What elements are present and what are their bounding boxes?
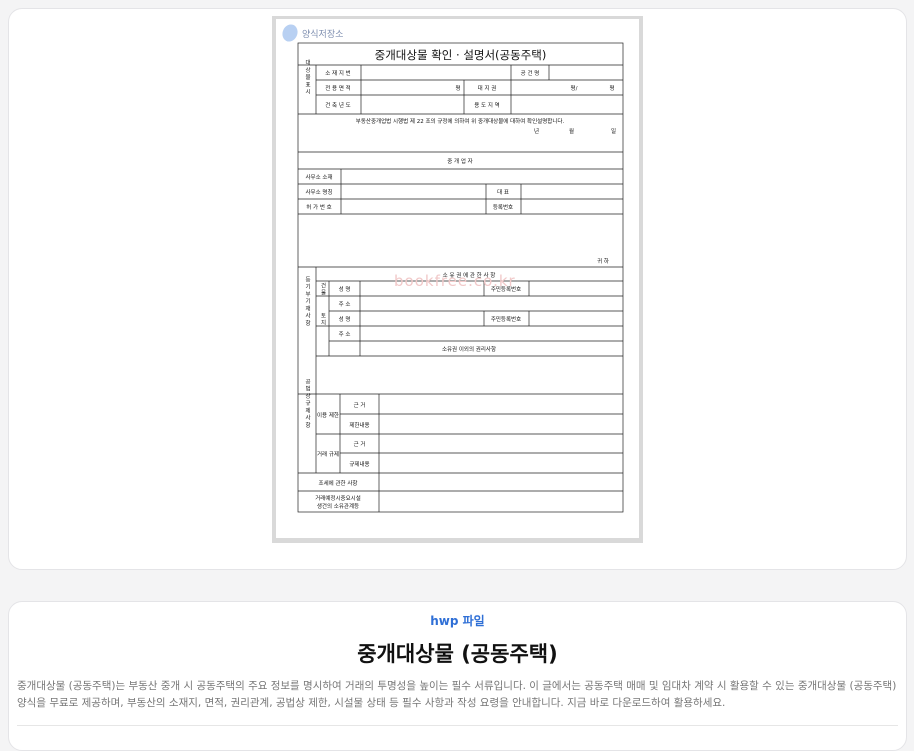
label-building-name: 공 건 명 [521,70,540,77]
label-regulation-content: 규제내용 [349,460,369,468]
label-address-1: 주 소 [339,301,351,308]
document-page: 양식저장소 중개대상물 확인 · 설명서(공동주택) 대 상 물 표 시 소 재… [276,19,639,538]
label-office-address: 사무소 소재 [305,173,332,181]
label-resident-no-2: 주민등록번호 [491,315,521,323]
label-other-conditions-2: 생건의 소유관계등 [317,502,359,510]
file-type-tag[interactable]: hwp 파일 [9,612,906,629]
watermark: bookfree.co.kr [394,272,516,290]
label-owner-name-2: 성 명 [339,315,351,323]
label-restriction-content: 제한내용 [349,421,369,429]
unit-pyeong-slash: 평/ [571,85,578,92]
label-zone: 용 도 지 역 [474,101,500,109]
label-built-year: 건 축 년 도 [325,101,351,109]
label-location: 소 재 지 번 [325,69,351,77]
label-basis-1: 근 거 [354,401,366,409]
document-preview-card: 양식저장소 중개대상물 확인 · 설명서(공동주택) 대 상 물 표 시 소 재… [8,8,907,570]
sub-trade-restriction: 거래 규제 [317,450,339,458]
label-land-rights: 대 지 권 [478,84,497,92]
document-preview-frame: 양식저장소 중개대상물 확인 · 설명서(공동주택) 대 상 물 표 시 소 재… [272,16,643,543]
label-license-no: 허 가 번 호 [306,203,332,211]
law-statement: 부동산중개업법 시행법 제 22 조의 규정에 의하여 위 중개대상물에 대하여… [356,117,565,125]
divider [17,725,898,726]
unit-pyeong-1: 평 [455,85,460,92]
sub-use-restriction: 이용 제한 [317,411,339,419]
label-reg-no: 등록번호 [493,203,513,211]
group-property-label: 대 상 물 표 시 [304,59,311,95]
unit-pyeong-2: 평 [609,85,614,92]
sub-building: 건 물 [320,282,327,295]
label-tax: 조세에 관한 사항 [319,479,358,487]
to-recipient: 귀 하 [597,257,609,265]
label-other-conditions-1: 거래예정시중요시설 [315,494,361,502]
label-office-name: 사무소 명칭 [305,188,332,196]
label-owner-name-1: 성 명 [339,285,351,293]
sub-land: 토 지 [320,312,327,326]
date-day: 일 [611,127,616,135]
label-address-2: 주 소 [339,331,351,338]
label-representative: 대 표 [497,188,509,196]
section-broker: 중 개 업 자 [447,157,473,165]
page-title: 중개대상물 (공동주택) [357,642,558,666]
group-public-law-label: 공 법 상 규 제 사 항 [304,378,311,427]
label-basis-2: 근 거 [354,440,366,448]
description: 중개대상물 (공동주택)는 부동산 중개 시 공동주택의 주요 정보를 명시하여… [17,680,897,709]
form-title: 중개대상물 확인 · 설명서(공동주택) [375,48,547,62]
group-registry-label: 등 기 부 기 재 사 항 [304,276,311,325]
date-year: 년 [534,127,539,135]
date-month: 월 [569,127,574,135]
label-area: 전 용 면 적 [325,84,351,92]
section-other-rights: 소유권 이외의 권리사항 [442,345,496,353]
